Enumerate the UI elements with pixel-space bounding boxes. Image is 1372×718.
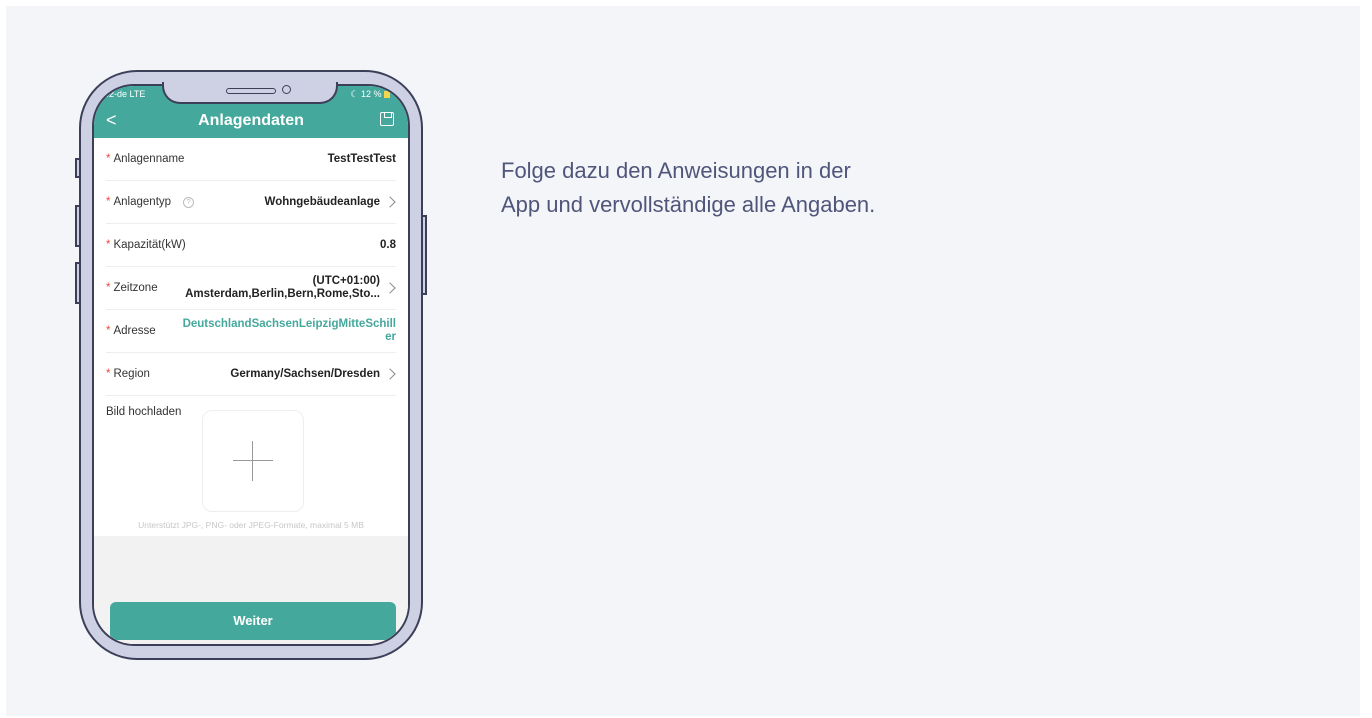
- phone-side-button: [75, 205, 81, 247]
- anlagenname-label: Anlagenname: [113, 153, 185, 165]
- required-marker: *: [106, 282, 111, 294]
- battery-label: 12 %: [360, 89, 382, 99]
- page-title: Anlagendaten: [198, 112, 304, 129]
- required-marker: *: [106, 325, 111, 337]
- anlagenname-value: TestTestTest: [327, 153, 396, 165]
- required-marker: *: [106, 196, 111, 208]
- kapazitaet-label: Kapazität(kW): [113, 239, 186, 251]
- carrier-label: o2-de LTE: [104, 89, 146, 99]
- phone-side-button: [75, 262, 81, 304]
- field-kapazitaet[interactable]: * Kapazität(kW) 0.8: [106, 224, 396, 267]
- chevron-right-icon: [384, 282, 396, 294]
- battery-indicator: ☾ 12 %: [350, 89, 390, 100]
- field-anlagentyp[interactable]: * Anlagentyp? Wohngebäudeanlage: [106, 181, 396, 224]
- field-label: * Zeitzone: [106, 282, 158, 294]
- field-label: * Anlagentyp?: [106, 196, 195, 208]
- phone-side-button: [75, 158, 81, 178]
- adresse-label: Adresse: [113, 325, 156, 337]
- phone-notch: [162, 82, 340, 106]
- notch: [162, 82, 338, 104]
- moon-icon: ☾: [350, 89, 359, 99]
- anlagentyp-label: Anlagentyp: [113, 196, 172, 208]
- region-value: Germany/Sachsen/Dresden: [230, 368, 380, 380]
- field-region[interactable]: * Region Germany/Sachsen/Dresden: [106, 353, 396, 396]
- nav-bar: < Anlagendaten: [94, 104, 408, 138]
- zeitzone-value-line2: Amsterdam,Berlin,Bern,Rome,Sto...: [185, 288, 380, 300]
- field-label: * Region: [106, 368, 150, 380]
- battery-icon: [384, 91, 390, 99]
- field-adresse[interactable]: * Adresse DeutschlandSachsenLeipzigMitteS…: [106, 310, 396, 353]
- instruction-line-2: App und vervollständige alle Angaben.: [501, 192, 876, 217]
- next-button[interactable]: Weiter: [110, 602, 396, 640]
- adresse-value: DeutschlandSachsenLeipzigMitteSchill er: [183, 318, 396, 344]
- chevron-right-icon: [384, 368, 396, 380]
- field-label: * Adresse: [106, 325, 156, 337]
- zeitzone-label: Zeitzone: [113, 282, 158, 294]
- upload-label: Bild hochladen: [106, 406, 182, 418]
- instruction-text: Folge dazu den Anweisungen in der App un…: [501, 154, 1021, 222]
- field-zeitzone[interactable]: * Zeitzone (UTC+01:00) Amsterdam,Berlin,B…: [106, 267, 396, 310]
- instruction-line-1: Folge dazu den Anweisungen in der: [501, 158, 851, 183]
- anlagentyp-value: Wohngebäudeanlage: [264, 196, 380, 208]
- field-anlagenname[interactable]: * Anlagenname TestTestTest: [106, 138, 396, 181]
- camera: [282, 85, 291, 94]
- save-icon[interactable]: [380, 112, 394, 126]
- plus-icon: [233, 460, 273, 461]
- adresse-value-line2: er: [385, 331, 396, 343]
- phone-power-button: [421, 215, 427, 295]
- speaker: [226, 88, 276, 94]
- required-marker: *: [106, 368, 111, 380]
- zeitzone-value-line1: (UTC+01:00): [312, 275, 380, 287]
- field-label: * Kapazität(kW): [106, 239, 186, 251]
- adresse-value-line1: DeutschlandSachsenLeipzigMitteSchill: [182, 318, 396, 330]
- help-icon[interactable]: ?: [183, 197, 195, 208]
- plus-icon: [252, 441, 253, 481]
- upload-image-button[interactable]: [202, 410, 304, 512]
- image-upload-section: Bild hochladen Unterstützt JPG-, PNG- od…: [94, 398, 408, 536]
- upload-hint: Unterstützt JPG-, PNG- oder JPEG-Formate…: [138, 520, 364, 530]
- chevron-right-icon: [384, 196, 396, 208]
- region-label: Region: [113, 368, 150, 380]
- plant-form: * Anlagenname TestTestTest * Anlagentyp? W…: [94, 138, 408, 396]
- field-label: * Anlagenname: [106, 153, 184, 165]
- phone-screen: o2-de LTE ☾ 12 % < Anlagendaten * Anlagen…: [92, 84, 410, 646]
- zeitzone-value: (UTC+01:00) Amsterdam,Berlin,Bern,Rome,S…: [185, 275, 380, 301]
- required-marker: *: [106, 153, 111, 165]
- kapazitaet-value: 0.8: [380, 239, 396, 251]
- required-marker: *: [106, 239, 111, 251]
